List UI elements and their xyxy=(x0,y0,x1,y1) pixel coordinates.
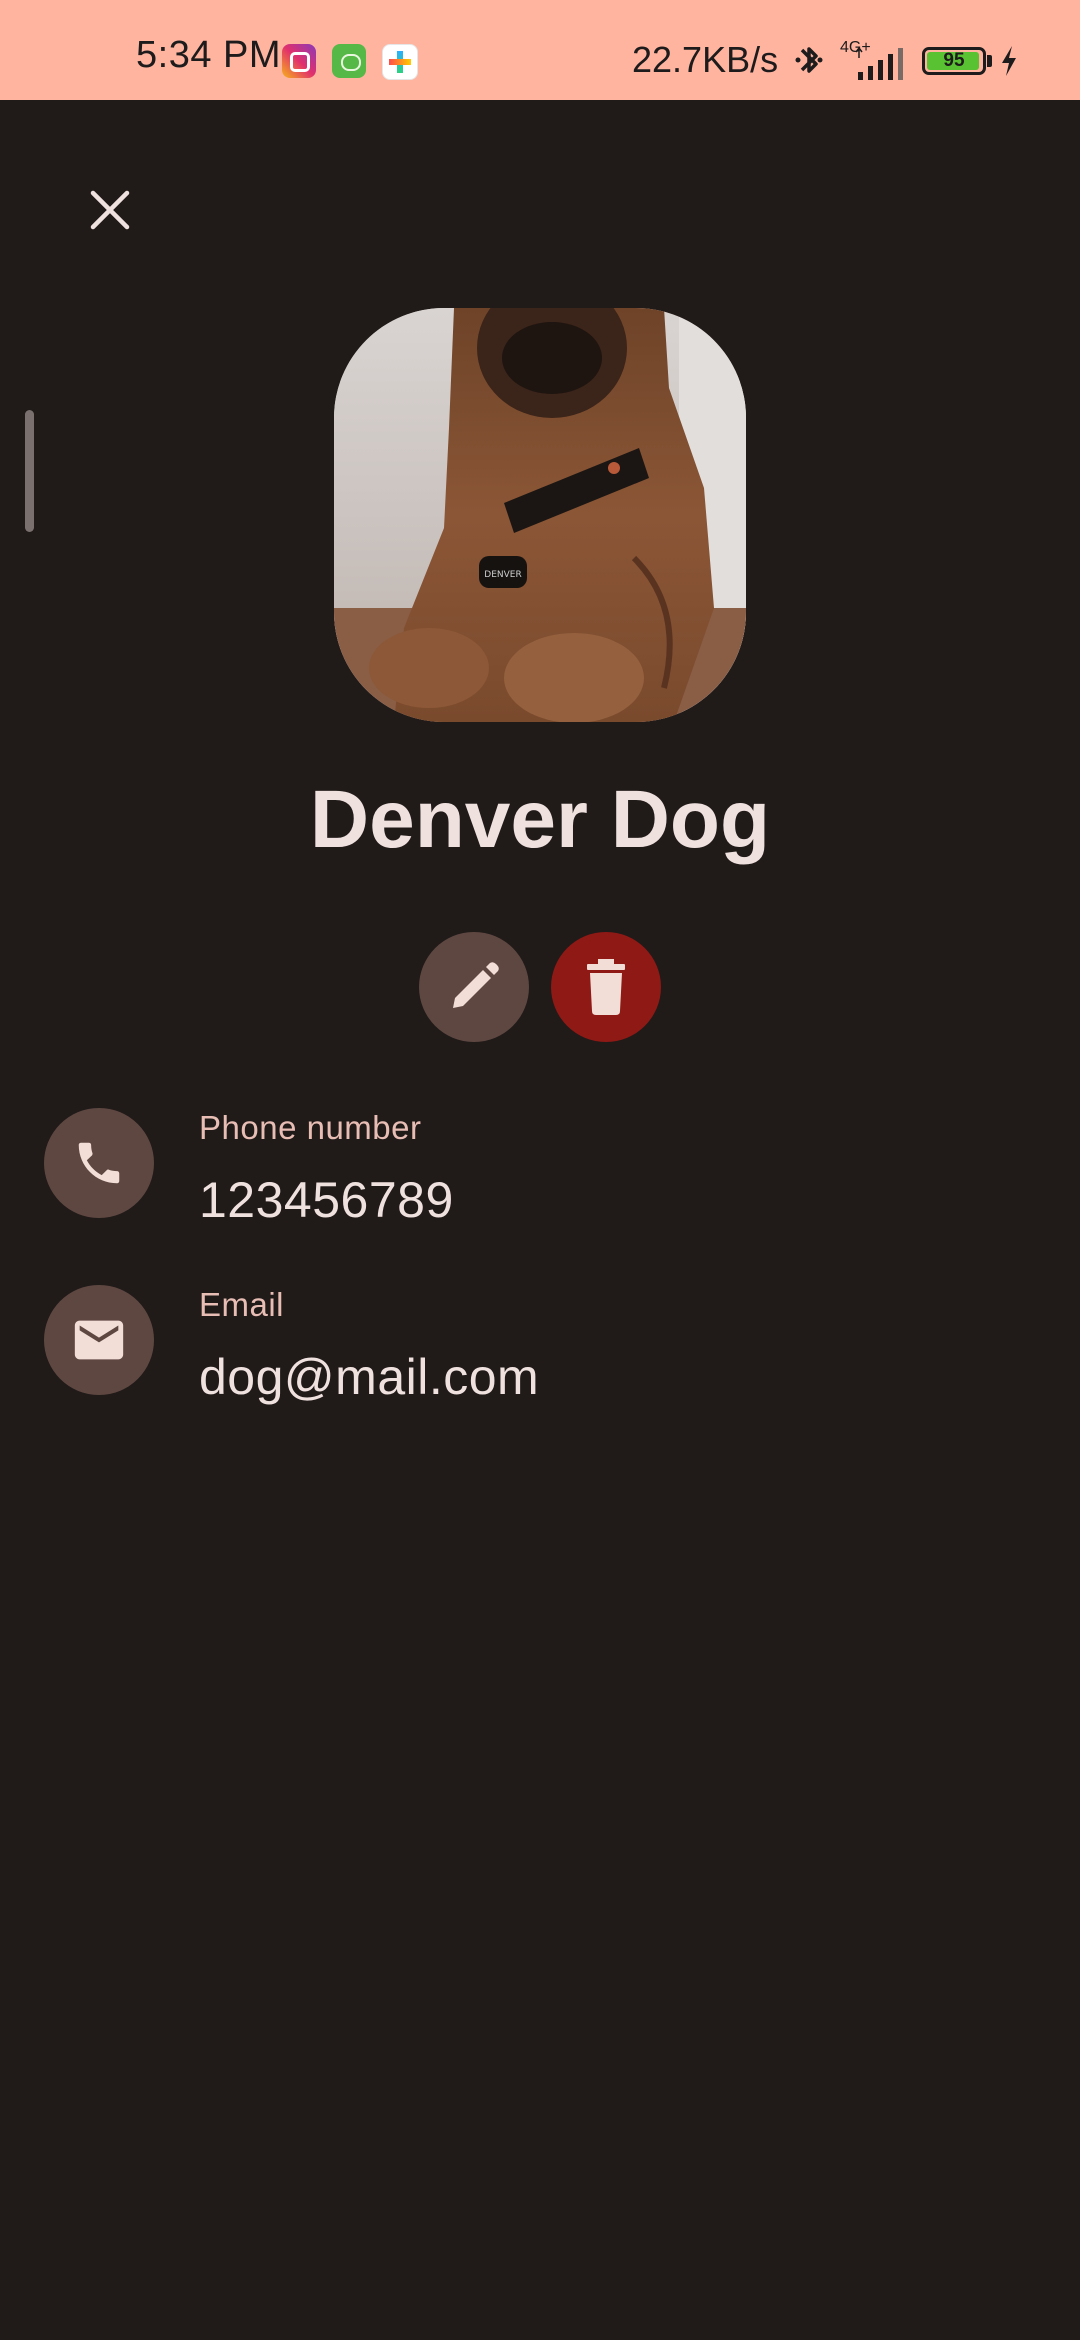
phone-icon xyxy=(78,1142,120,1184)
email-icon-button[interactable] xyxy=(44,1285,154,1395)
battery-icon: 95 xyxy=(922,47,986,75)
email-value[interactable]: dog@mail.com xyxy=(199,1347,539,1407)
battery-level: 95 xyxy=(943,50,965,71)
delete-button[interactable] xyxy=(551,932,661,1042)
email-row[interactable]: Email dog@mail.com xyxy=(0,1285,1080,1435)
instagram-icon xyxy=(282,44,316,78)
phone-row[interactable]: Phone number 123456789 xyxy=(0,1108,1080,1258)
dog-tag-text: DENVER xyxy=(484,570,521,580)
contact-avatar: DENVER xyxy=(334,308,746,722)
signal-icon xyxy=(856,46,903,80)
phone-label: Phone number xyxy=(199,1109,422,1146)
email-label: Email xyxy=(199,1286,285,1323)
mail-icon xyxy=(74,1320,124,1360)
contact-name: Denver Dog xyxy=(309,774,771,865)
bluetooth-icon xyxy=(795,47,823,73)
scroll-indicator[interactable] xyxy=(25,410,34,532)
trash-icon xyxy=(587,959,625,1015)
dog-photo: DENVER xyxy=(334,308,746,722)
close-icon xyxy=(90,190,130,230)
charging-icon xyxy=(1002,46,1016,76)
phone-icon-button[interactable] xyxy=(44,1108,154,1218)
edit-button[interactable] xyxy=(419,932,529,1042)
phone-value[interactable]: 123456789 xyxy=(199,1170,454,1230)
network-speed: 22.7KB/s xyxy=(632,39,779,80)
close-button[interactable] xyxy=(70,170,150,250)
plus-app-icon xyxy=(382,44,418,80)
battery-cap xyxy=(987,55,992,67)
status-time: 5:34 PM xyxy=(136,34,282,76)
frog-app-icon xyxy=(332,44,366,78)
pencil-icon xyxy=(453,962,499,1008)
status-bar: 5:34 PM 22.7KB/s 4G+ 95 xyxy=(0,0,1080,100)
